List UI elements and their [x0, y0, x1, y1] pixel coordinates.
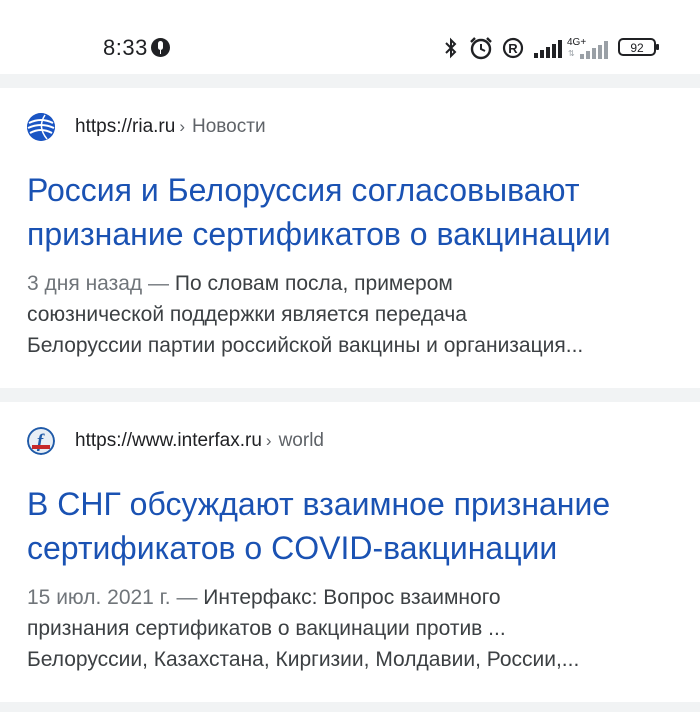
snippet-line: Белоруссии, Казахстана, Киргизии, Молдав…	[27, 648, 580, 671]
result-title-line[interactable]: В СНГ обсуждают взаимное признание	[27, 482, 677, 526]
microphone-icon	[151, 38, 170, 57]
snippet-text: По словам посла, примером	[174, 272, 453, 295]
result-date: 3 дня назад	[27, 272, 143, 295]
search-result-card[interactable]: f https://www.interfax.ru › world В СНГ …	[0, 402, 700, 702]
signal-icon	[534, 40, 562, 58]
snippet-line: 3 дня назад — По словам посла, примером	[27, 268, 675, 299]
snippet-text: Интерфакс: Вопрос взаимного	[203, 586, 501, 609]
date-dash: —	[170, 586, 204, 609]
snippet-line: 15 июл. 2021 г. — Интерфакс: Вопрос взаи…	[27, 582, 675, 613]
status-time: 8:33	[103, 35, 148, 60]
result-url[interactable]: https://ria.ru	[75, 116, 175, 138]
alarm-icon	[470, 37, 492, 60]
snippet-line: Белоруссии партии российской вакцины и о…	[27, 334, 584, 357]
date-dash: —	[142, 272, 175, 295]
interfax-icon: f	[27, 427, 55, 455]
ria-globe-icon	[27, 113, 55, 141]
signal-4g-icon: 4G+ ⇅	[567, 37, 608, 59]
svg-text:R: R	[508, 41, 518, 56]
snippet-line: признания сертификатов о вакцинации прот…	[27, 617, 506, 640]
bluetooth-icon	[445, 37, 457, 59]
result-title-link[interactable]: Россия и Белоруссия согласовывают призна…	[27, 168, 677, 256]
svg-text:4G+: 4G+	[567, 37, 586, 48]
result-title-line[interactable]: Россия и Белоруссия согласовывают	[27, 168, 677, 212]
result-breadcrumb: world	[278, 430, 324, 451]
result-title-line[interactable]: признание сертификатов о вакцинации	[27, 212, 677, 256]
result-title-link[interactable]: В СНГ обсуждают взаимное признание серти…	[27, 482, 677, 570]
battery-icon: 92	[618, 38, 659, 56]
result-title-line[interactable]: сертификатов о COVID-вакцинации	[27, 526, 677, 570]
breadcrumb-separator: ›	[179, 117, 185, 136]
breadcrumb-separator: ›	[265, 431, 272, 450]
svg-text:92: 92	[630, 41, 644, 55]
result-source[interactable]: https://ria.ru › Новости	[27, 113, 266, 141]
roaming-r-icon: R	[502, 37, 524, 59]
result-snippet: 3 дня назад — По словам посла, примером …	[27, 268, 675, 361]
result-snippet: 15 июл. 2021 г. — Интерфакс: Вопрос взаи…	[27, 582, 675, 675]
status-bar: 8:33 R 4G+ ⇅ 92	[0, 0, 700, 74]
snippet-line: союзнической поддержки является передача	[27, 303, 467, 326]
svg-text:⇅: ⇅	[568, 49, 575, 58]
result-source[interactable]: f https://www.interfax.ru › world	[27, 427, 324, 455]
result-url[interactable]: https://www.interfax.ru	[75, 430, 262, 452]
search-result-card[interactable]: https://ria.ru › Новости Россия и Белору…	[0, 88, 700, 388]
result-date: 15 июл. 2021 г.	[27, 586, 171, 609]
result-breadcrumb: Новости	[192, 116, 266, 137]
